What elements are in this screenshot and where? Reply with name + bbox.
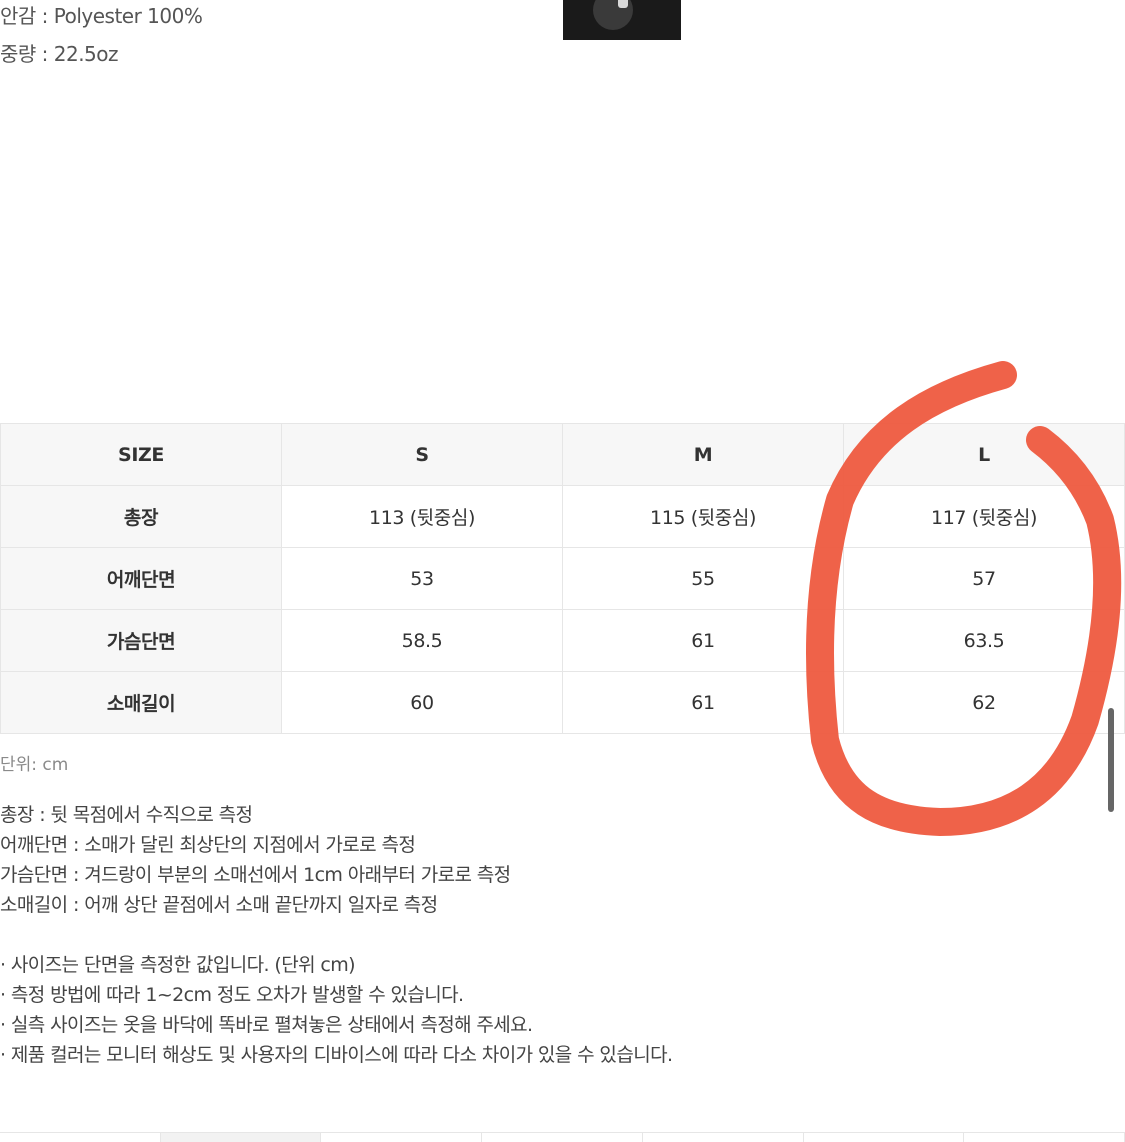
table-cell: 61 xyxy=(562,671,844,734)
row-label-chest: 가슴단면 xyxy=(0,609,282,672)
header-cell-size: SIZE xyxy=(0,423,282,486)
row-label-length: 총장 xyxy=(0,485,282,548)
measurement-note: 총장 : 뒷 목점에서 수직으로 측정 xyxy=(0,804,253,826)
table-row: 가슴단면 58.5 61 63.5 xyxy=(0,609,1125,672)
lining-spec: 안감 : Polyester 100% xyxy=(0,4,203,28)
size-table-header: SIZE S M L xyxy=(0,423,1125,486)
table-row: 총장 113 (뒷중심) 115 (뒷중심) 117 (뒷중심) xyxy=(0,485,1125,548)
scrollbar-thumb[interactable] xyxy=(1108,708,1114,812)
table-cell: 117 (뒷중심) xyxy=(843,485,1125,548)
weight-spec: 중량 : 22.5oz xyxy=(0,42,119,66)
disclaimer-item: · 사이즈는 단면을 측정한 값입니다. (단위 cm) xyxy=(0,954,356,976)
measurement-note: 어깨단면 : 소매가 달린 최상단의 지점에서 가로로 측정 xyxy=(0,834,416,856)
measurement-note: 소매길이 : 어깨 상단 끝점에서 소매 끝단까지 일자로 측정 xyxy=(0,894,438,916)
table-cell: 55 xyxy=(562,547,844,610)
row-label-sleeve: 소매길이 xyxy=(0,671,282,734)
measurement-note: 가슴단면 : 겨드랑이 부분의 소매선에서 1cm 아래부터 가로로 측정 xyxy=(0,864,511,886)
row-label-shoulder: 어깨단면 xyxy=(0,547,282,610)
disclaimer-item: · 실측 사이즈는 옷을 바닥에 똑바로 펼쳐놓은 상태에서 측정해 주세요. xyxy=(0,1014,533,1036)
product-thumbnail[interactable] xyxy=(563,0,681,40)
disclaimer-item: · 제품 컬러는 모니터 해상도 및 사용자의 디바이스에 따라 다소 차이가 … xyxy=(0,1044,673,1066)
header-cell-s: S xyxy=(281,423,563,486)
table-cell: 60 xyxy=(281,671,563,734)
table-row: 어깨단면 53 55 57 xyxy=(0,547,1125,610)
table-cell: 62 xyxy=(843,671,1125,734)
size-table: SIZE S M L 총장 113 (뒷중심) 115 (뒷중심) 117 (뒷… xyxy=(0,423,1125,734)
header-cell-m: M xyxy=(562,423,844,486)
header-cell-l: L xyxy=(843,423,1125,486)
table-cell: 61 xyxy=(562,609,844,672)
table-cell: 53 xyxy=(281,547,563,610)
disclaimer-item: · 측정 방법에 따라 1~2cm 정도 오차가 발생할 수 있습니다. xyxy=(0,984,464,1006)
table-cell: 113 (뒷중심) xyxy=(281,485,563,548)
table-cell: 115 (뒷중심) xyxy=(562,485,844,548)
table-cell: 58.5 xyxy=(281,609,563,672)
table-cell: 57 xyxy=(843,547,1125,610)
table-cell: 63.5 xyxy=(843,609,1125,672)
table-row: 소매길이 60 61 62 xyxy=(0,671,1125,734)
unit-label: 단위: cm xyxy=(0,755,69,775)
